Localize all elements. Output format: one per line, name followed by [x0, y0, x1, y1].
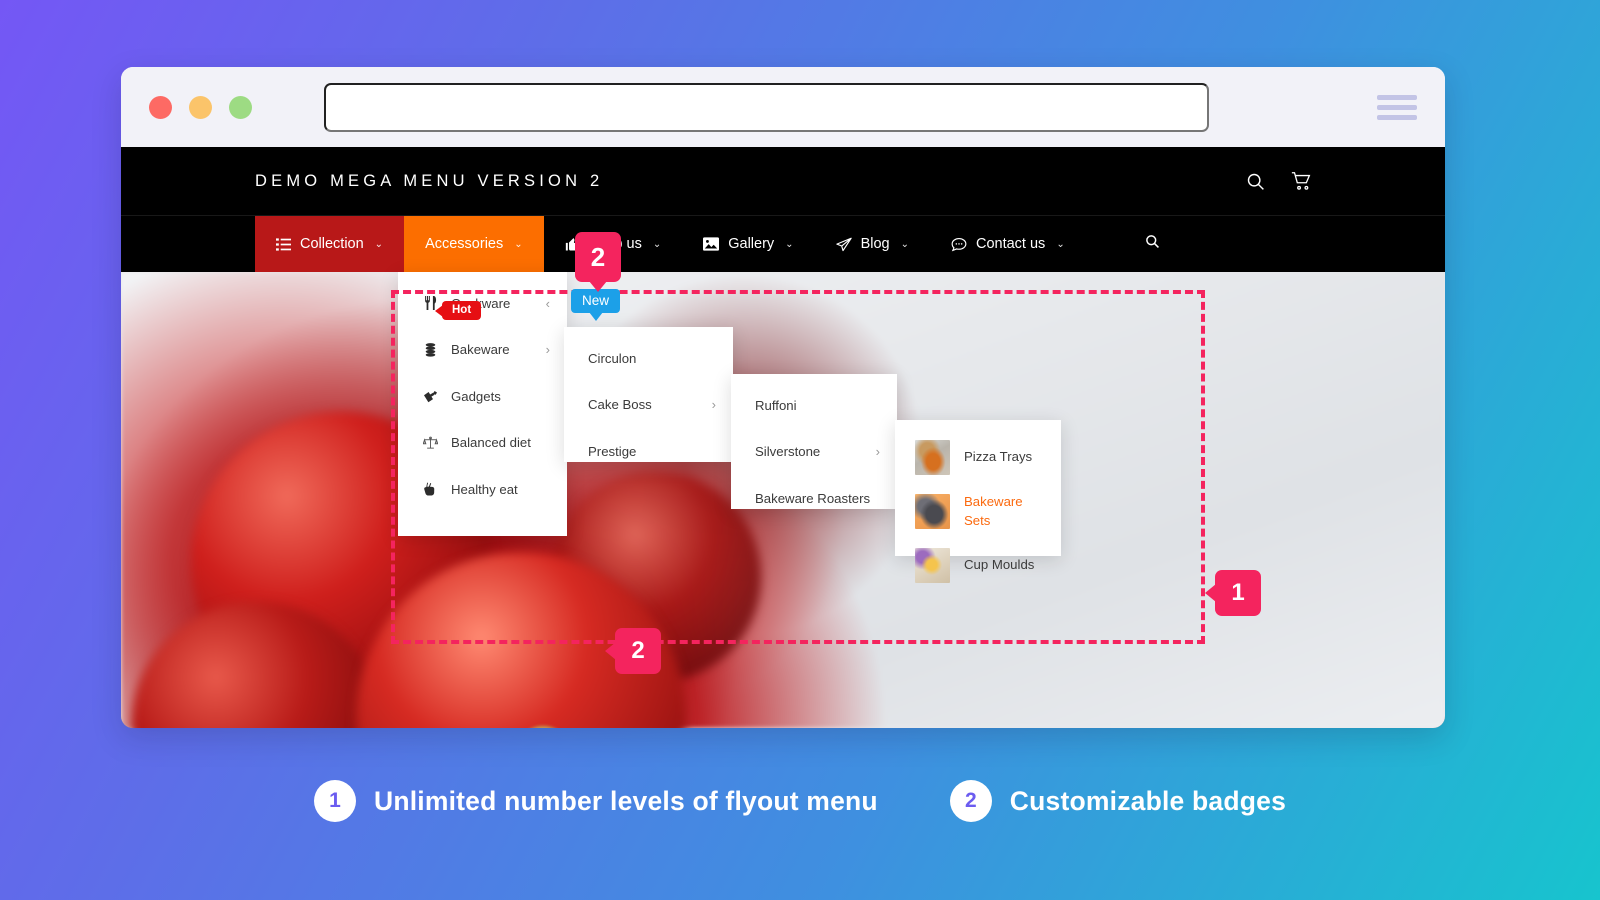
zoom-window-button[interactable]: [229, 95, 252, 119]
caption-number-2: 2: [949, 780, 992, 822]
bakeware-set-thumb: [915, 493, 950, 529]
nav-label-blog: Blog: [860, 236, 890, 252]
nav-label-contact-us: Contact us: [975, 236, 1046, 252]
caption-number-1: 1: [313, 780, 356, 822]
menu-label-cake-boss: Cake Boss: [588, 397, 652, 413]
scale-icon: [420, 436, 440, 450]
badge-new: New: [571, 289, 621, 313]
site-header: DEMO MEGA MENU VERSION 2: [121, 147, 1445, 215]
nav-item-blog[interactable]: Blog ⌄: [815, 216, 930, 272]
hand-peace-icon: [420, 482, 440, 496]
product-label-bakeware-sets: Bakeware Sets: [964, 493, 1023, 528]
browser-window: DEMO MEGA MENU VERSION 2 Collection ⌄ Ac…: [121, 67, 1445, 728]
chevron-down-icon: ⌄: [374, 238, 384, 250]
menu-item-prestige[interactable]: Prestige: [564, 428, 733, 475]
chevron-right-icon: ›: [875, 444, 880, 460]
main-navigation: Collection ⌄ Accessories ⌄ Shop us ⌄: [121, 215, 1445, 272]
menu-label-balanced-diet: Balanced diet: [451, 435, 531, 451]
annotation-marker-2-badge: 2: [615, 628, 661, 674]
menu-item-healthy-eat[interactable]: Healthy eat: [398, 466, 567, 513]
chevron-down-icon: ⌄: [514, 238, 523, 250]
menu-label-bakeware-roasters: Bakeware Roasters: [755, 490, 871, 506]
nav-item-contact-us[interactable]: Contact us ⌄: [930, 216, 1086, 272]
menu-item-circulon[interactable]: Circulon: [564, 335, 733, 382]
paper-plane-icon: [835, 237, 852, 252]
menu-item-bakeware[interactable]: Bakeware ›: [398, 327, 567, 374]
nav-item-collection[interactable]: Collection ⌄: [255, 216, 405, 272]
dropdown-accessories-level1: Cookware ‹ Bakeware ›: [398, 272, 567, 536]
caption-text-2: Customizable badges: [1009, 785, 1287, 816]
nav-item-accessories[interactable]: Accessories ⌄: [404, 216, 544, 272]
address-bar[interactable]: [324, 82, 1209, 132]
hamburger-menu-icon[interactable]: [1377, 94, 1417, 120]
chevron-left-icon: ‹: [545, 295, 550, 311]
menu-item-bakeware-roasters[interactable]: Bakeware Roasters: [731, 475, 897, 522]
product-item-bakeware-sets[interactable]: Bakeware Sets: [895, 480, 1061, 542]
cup-mould-thumb: [915, 547, 950, 583]
nav-label-gallery: Gallery: [728, 236, 775, 252]
nav-label-collection: Collection: [300, 236, 364, 252]
menu-item-balanced-diet[interactable]: Balanced diet: [398, 420, 567, 467]
nav-item-gallery[interactable]: Gallery ⌄: [682, 216, 814, 272]
caption-1: 1 Unlimited number levels of flyout menu: [313, 780, 878, 822]
menu-label-bakeware: Bakeware: [451, 342, 510, 358]
annotation-marker-1-flyout: 1: [1215, 570, 1261, 616]
chevron-down-icon: ⌄: [785, 238, 794, 250]
comment-icon: [951, 237, 967, 252]
menu-item-silverstone[interactable]: Silverstone ›: [731, 429, 897, 476]
menu-label-prestige: Prestige: [588, 443, 637, 459]
search-icon: [1145, 234, 1160, 254]
chevron-down-icon: ⌄: [900, 238, 909, 250]
menu-label-circulon: Circulon: [588, 350, 637, 366]
product-label-pizza-trays: Pizza Trays: [964, 449, 1033, 465]
chevron-down-icon: ⌄: [652, 238, 662, 250]
header-icon-group: [1245, 171, 1313, 192]
search-icon[interactable]: [1245, 171, 1266, 192]
chevron-down-icon: ⌄: [1056, 238, 1065, 250]
product-item-cup-moulds[interactable]: Cup Moulds: [895, 542, 1061, 588]
caption-2: 2 Customizable badges: [949, 780, 1287, 822]
list-icon: [276, 237, 291, 252]
feature-captions: 1 Unlimited number levels of flyout menu…: [0, 780, 1600, 822]
menu-item-cake-boss[interactable]: Cake Boss ›: [564, 382, 733, 429]
menu-item-gadgets[interactable]: Gadgets: [398, 373, 567, 420]
menu-label-gadgets: Gadgets: [451, 388, 501, 404]
browser-chrome: [121, 67, 1445, 147]
dropdown-silverstone-level4: Pizza Trays Bakeware Sets Cup Moulds: [895, 420, 1061, 583]
product-item-pizza-trays[interactable]: Pizza Trays: [895, 434, 1061, 480]
pizza-tray-thumb: [915, 439, 950, 475]
menu-label-ruffoni: Ruffoni: [755, 397, 797, 413]
close-window-button[interactable]: [149, 95, 172, 119]
dropdown-bakeware-level2: Circulon Cake Boss › Prestige: [564, 327, 733, 462]
product-label-cup-moulds: Cup Moulds: [964, 557, 1035, 573]
nav-label-accessories: Accessories: [425, 236, 504, 252]
chevron-right-icon: ›: [711, 397, 716, 413]
gadget-icon: [420, 390, 440, 403]
annotation-marker-2-header: 2: [575, 232, 621, 282]
layers-icon: [420, 342, 440, 357]
traffic-lights: [149, 95, 252, 119]
minimize-window-button[interactable]: [189, 95, 212, 119]
menu-item-cookware[interactable]: Cookware ‹: [398, 280, 567, 327]
caption-text-1: Unlimited number levels of flyout menu: [373, 785, 878, 816]
nav-search-button[interactable]: [1124, 216, 1181, 272]
dropdown-cake-boss-level3: Ruffoni Silverstone › Bakeware Roasters: [731, 374, 897, 509]
cart-icon[interactable]: [1290, 171, 1313, 192]
menu-item-ruffoni[interactable]: Ruffoni: [731, 382, 897, 429]
menu-label-silverstone: Silverstone: [755, 444, 821, 460]
menu-label-healthy-eat: Healthy eat: [451, 481, 518, 497]
site-viewport: DEMO MEGA MENU VERSION 2 Collection ⌄ Ac…: [121, 147, 1445, 728]
image-icon: [703, 237, 720, 251]
chevron-right-icon: ›: [545, 342, 550, 358]
badge-hot: Hot: [442, 301, 482, 320]
site-brand: DEMO MEGA MENU VERSION 2: [255, 171, 604, 190]
